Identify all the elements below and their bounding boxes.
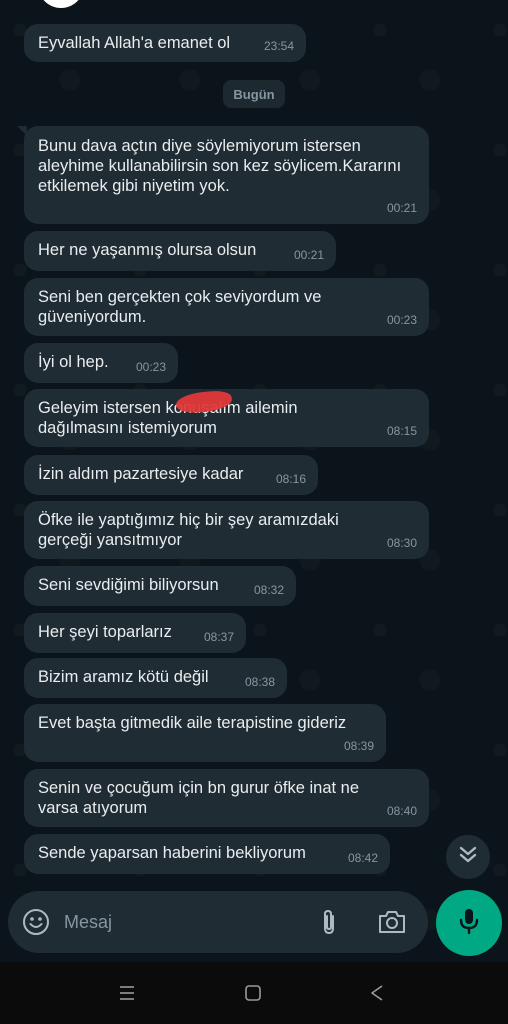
emoji-icon[interactable]: [22, 908, 50, 936]
message-bubble[interactable]: Her şeyi toparlarız 08:37: [24, 613, 246, 653]
message-bubble[interactable]: Evet başta gitmedik aile terapistine gid…: [24, 704, 386, 762]
double-chevron-down-icon: [457, 844, 479, 870]
message-text: Her ne yaşanmış olursa olsun: [38, 241, 257, 259]
message-bubble[interactable]: Sende yaparsan haberini bekliyorum 08:42: [24, 834, 390, 874]
message-composer: [8, 891, 428, 953]
message-text: Eyvallah Allah'a emanet ol: [38, 34, 231, 52]
message-text: Seni sevdiğimi biliyorsun: [38, 576, 219, 594]
message-text: İzin aldım pazartesiye kadar: [38, 465, 244, 483]
message-text: Bizim aramız kötü değil: [38, 668, 209, 686]
message-time: 00:23: [135, 360, 166, 374]
message-text: Seni ben gerçekten çok seviyordum ve güv…: [38, 288, 322, 326]
camera-icon[interactable]: [376, 907, 408, 937]
message-text: Öfke ile yaptığımız hiç bir şey aramızda…: [38, 511, 339, 549]
message-text: Sende yaparsan haberini bekliyorum: [38, 844, 306, 862]
chat-screen: Eyvallah Allah'a emanet ol 23:54 Bugün B…: [0, 0, 508, 1024]
back-icon[interactable]: [364, 981, 390, 1005]
message-text: Senin ve çocuğum için bn gurur öfke inat…: [38, 779, 360, 817]
message-input[interactable]: [64, 909, 304, 935]
date-separator: Bugün: [223, 80, 285, 108]
message-time: 00:21: [386, 201, 417, 215]
paperclip-icon[interactable]: [314, 907, 344, 937]
message-bubble[interactable]: Her ne yaşanmış olursa olsun 00:21: [24, 231, 336, 271]
message-text: Evet başta gitmedik aile terapistine gid…: [38, 714, 347, 732]
message-time: 08:42: [347, 851, 378, 865]
recents-icon[interactable]: [114, 981, 140, 1005]
microphone-icon: [456, 907, 482, 939]
home-icon[interactable]: [240, 981, 266, 1005]
message-bubble[interactable]: Eyvallah Allah'a emanet ol 23:54: [24, 24, 306, 62]
message-bubble[interactable]: Seni sevdiğimi biliyorsun 08:32: [24, 566, 296, 606]
message-bubble[interactable]: Öfke ile yaptığımız hiç bir şey aramızda…: [24, 501, 429, 559]
message-time: 08:38: [244, 675, 275, 689]
message-bubble[interactable]: Senin ve çocuğum için bn gurur öfke inat…: [24, 769, 429, 827]
message-time: 08:32: [253, 583, 284, 597]
message-time: 00:23: [386, 313, 417, 327]
message-time: 00:21: [293, 248, 324, 262]
message-bubble[interactable]: İzin aldım pazartesiye kadar 08:16: [24, 455, 318, 495]
message-bubble[interactable]: Bizim aramız kötü değil 08:38: [24, 658, 287, 698]
message-time: 08:40: [386, 804, 417, 818]
system-navigation-bar: [0, 962, 508, 1024]
message-time: 08:37: [203, 630, 234, 644]
message-time: 08:16: [275, 472, 306, 486]
message-time: 08:30: [386, 536, 417, 550]
message-time: 08:15: [386, 424, 417, 438]
message-text: Her şeyi toparlarız: [38, 623, 172, 641]
message-bubble[interactable]: Bunu dava açtın diye söylemiyorum isters…: [17, 126, 429, 224]
message-bubble[interactable]: İyi ol hep. 00:23: [24, 343, 178, 383]
message-text: Bunu dava açtın diye söylemiyorum isters…: [38, 137, 402, 195]
voice-message-button[interactable]: [436, 890, 502, 956]
message-time: 08:39: [343, 739, 374, 753]
scroll-to-bottom-button[interactable]: [446, 835, 490, 879]
message-bubble[interactable]: Seni ben gerçekten çok seviyordum ve güv…: [24, 278, 429, 336]
message-time: 23:54: [263, 39, 294, 53]
